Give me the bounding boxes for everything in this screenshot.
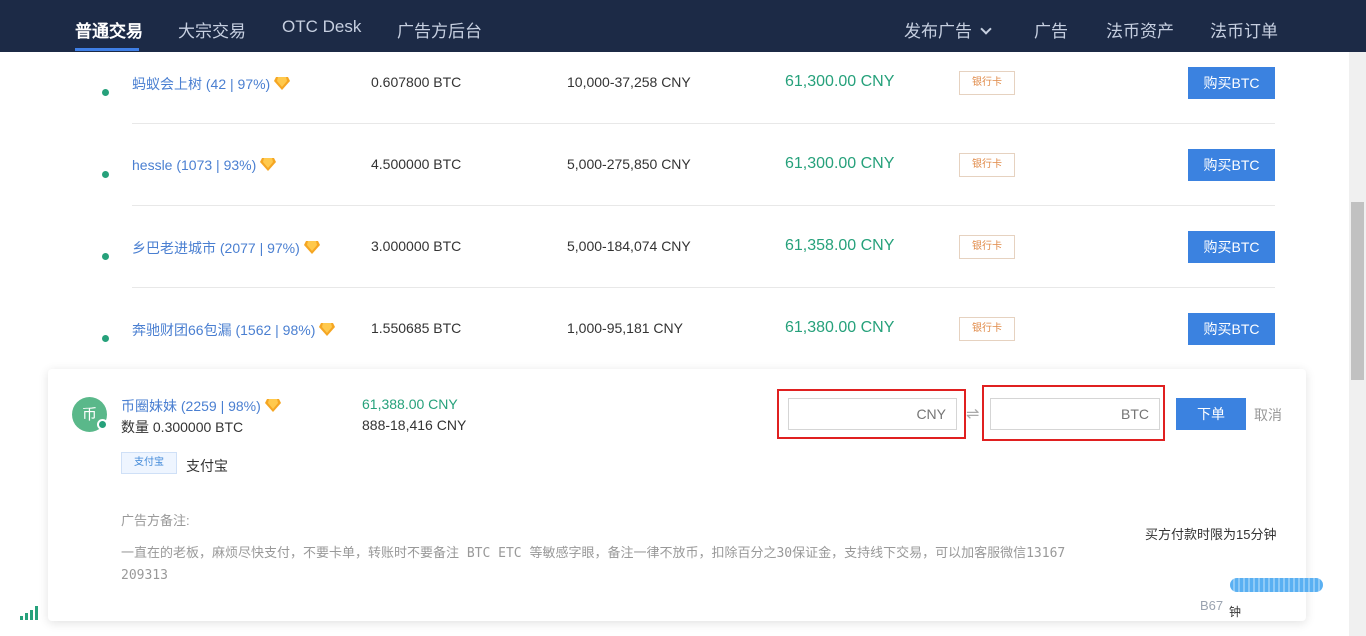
place-order-button[interactable]: 下单 [1176,398,1246,430]
order-limit: 1,000-95,181 CNY [567,320,683,336]
diamond-icon [274,77,291,90]
diamond-icon [319,323,336,336]
chevron-down-icon [980,23,992,35]
nav-post-ad-dropdown[interactable]: 发布广告 [904,17,992,42]
online-indicator [100,251,111,262]
nav-normal-trade[interactable]: 普通交易 [75,17,143,42]
remark-title: 广告方备注: [121,513,190,528]
swap-icon: ⇌ [966,406,980,423]
signal-icon [20,606,38,620]
nav-post-ad-label: 发布广告 [904,22,972,41]
row-divider [132,287,1275,288]
cny-amount-input[interactable] [788,398,957,430]
seller-name: 币圈妹妹 (2259 | 98%) [121,398,261,414]
online-indicator [100,333,111,344]
nav-fiat-orders[interactable]: 法币订单 [1210,17,1278,42]
seller-link[interactable]: 蚂蚁会上树 (42 | 97%) [132,74,291,94]
unit-price: 61,358.00 CNY [785,237,895,254]
nav-block-trade[interactable]: 大宗交易 [178,17,246,42]
remark-line-1: 一直在的老板，麻烦尽快支付，不要卡单，转账时不要备注 BTC ETC 等敏感字眼… [121,546,1066,561]
payment-time-limit: 买方付款时限为15分钟 [1145,527,1277,542]
buy-btc-button[interactable]: 购买BTC [1188,313,1275,345]
bank-card-tag: 银行卡 [959,235,1015,259]
bank-card-tag: 银行卡 [959,153,1015,177]
seller-name: 乡巴老进城市 (2077 | 97%) [132,240,300,256]
diamond-icon [303,241,320,254]
remark-line-2: 209313 [121,568,168,583]
seller-link[interactable]: 乡巴老进城市 (2077 | 97%) [132,238,320,258]
diamond-icon [260,158,277,171]
alipay-badge: 支付宝 [121,452,177,474]
unit-price: 61,380.00 CNY [785,319,895,336]
remark-text: 一直在的老板，麻烦尽快支付，不要卡单，转账时不要备注 BTC ETC 等敏感字眼… [121,543,1151,587]
order-limit: 5,000-275,850 CNY [567,156,691,172]
btc-amount-input[interactable] [990,398,1160,430]
buy-btc-button[interactable]: 购买BTC [1188,149,1275,181]
overlay-badge-text: B67 [1200,598,1224,613]
online-indicator [100,169,111,180]
seller-link[interactable]: 币圈妹妹 (2259 | 98%) [121,396,281,416]
nav-otc-desk[interactable]: OTC Desk [282,17,361,37]
seller-name: hessle (1073 | 93%) [132,157,257,173]
order-limit: 5,000-184,074 CNY [567,238,691,254]
buy-btc-button[interactable]: 购买BTC [1188,67,1275,99]
unit-price: 61,300.00 CNY [785,73,895,90]
available-amount: 3.000000 BTC [371,238,462,254]
card-price: 61,388.00 CNY [362,396,458,412]
nav-advertiser-backend[interactable]: 广告方后台 [397,17,482,42]
seller-name: 奔驰财团66包漏 (1562 | 98%) [132,322,316,338]
row-divider [132,205,1275,206]
bank-card-tag: 银行卡 [959,317,1015,341]
available-amount: 1.550685 BTC [371,320,462,336]
seller-link[interactable]: hessle (1073 | 93%) [132,156,277,173]
diamond-icon [264,399,281,412]
online-indicator [100,87,111,98]
floating-chat-widget[interactable] [1230,578,1323,592]
card-limit: 888-18,416 CNY [362,417,467,433]
order-limit: 10,000-37,258 CNY [567,74,691,90]
seller-link[interactable]: 奔驰财团66包漏 (1562 | 98%) [132,320,336,340]
buy-btc-button[interactable]: 购买BTC [1188,231,1275,263]
row-divider [132,123,1275,124]
scrollbar-thumb[interactable] [1351,202,1364,380]
nav-fiat-assets[interactable]: 法币资产 [1106,17,1174,42]
unit-price: 61,300.00 CNY [785,155,895,172]
active-tab-underline [75,48,139,51]
available-amount: 4.500000 BTC [371,156,462,172]
available-amount: 0.607800 BTC [371,74,462,90]
nav-ads[interactable]: 广告 [1034,17,1068,42]
online-indicator [97,419,108,430]
overlay-text-fragment: 钟 [1229,605,1242,619]
bank-card-tag: 银行卡 [959,71,1015,95]
quantity-text: 数量 0.300000 BTC [121,419,244,435]
payment-method-name: 支付宝 [186,458,228,474]
cancel-link[interactable]: 取消 [1254,405,1282,425]
top-nav: 普通交易 大宗交易 OTC Desk 广告方后台 发布广告 广告 法币资产 法币… [0,0,1366,52]
seller-name: 蚂蚁会上树 (42 | 97%) [132,76,271,92]
